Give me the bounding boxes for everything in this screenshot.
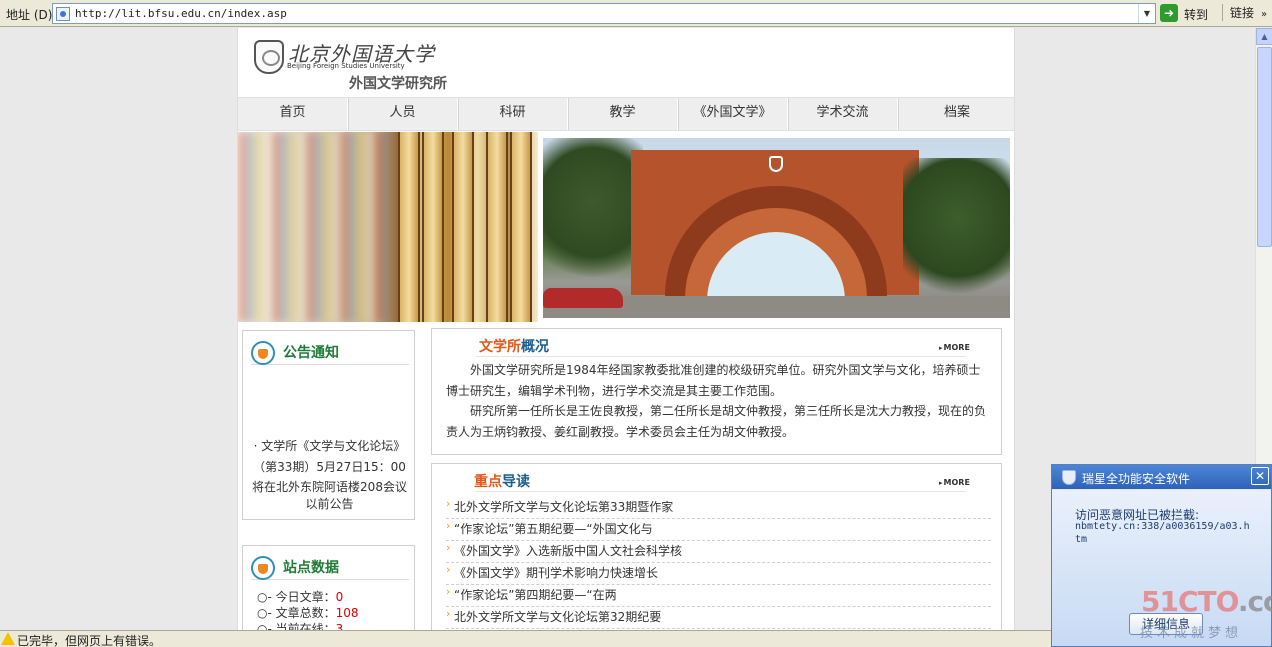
notice-item-date[interactable]: （第33期）5月27日15：00 [247, 457, 412, 478]
reading-more-link[interactable]: MORE [939, 478, 970, 487]
address-input[interactable]: http://lit.bfsu.edu.cn/index.asp ▼ [52, 3, 1156, 24]
reading-title: 重点导读 [474, 474, 530, 490]
nav-home[interactable]: 首页 [238, 98, 348, 130]
warning-icon[interactable] [1, 632, 15, 645]
nav-exchange[interactable]: 学术交流 [788, 98, 898, 130]
bell-icon [251, 341, 275, 365]
nav-teaching[interactable]: 教学 [568, 98, 678, 130]
list-item[interactable]: “作家论坛”第五期纪要—“外国文化与 [446, 516, 991, 541]
overview-more-link[interactable]: MORE [939, 343, 970, 352]
stats-title: 站点数据 [283, 560, 339, 576]
list-item[interactable]: 《外国文学》期刊学术影响力快速增长 [446, 560, 991, 585]
notice-header: 公告通知 [251, 339, 409, 365]
chevron-more-icon[interactable]: » [1261, 9, 1267, 20]
close-icon[interactable]: ✕ [1251, 467, 1269, 485]
address-bar: 地址 (D) http://lit.bfsu.edu.cn/index.asp … [0, 0, 1272, 27]
web-page: 北京外国语大学 Beijing Foreign Studies Universi… [237, 28, 1015, 630]
notice-panel: 公告通知 · 文学所《文学与文化论坛》 （第33期）5月27日15：00 将在北… [242, 330, 415, 520]
previous-notices-link[interactable]: 以前公告 [247, 496, 412, 513]
books-banner-image [238, 132, 538, 322]
list-item[interactable]: 北外文学所文学与文化论坛第32期纪要 [446, 604, 991, 629]
main-nav: 首页 人员 科研 教学 《外国文学》 学术交流 档案 [238, 97, 1014, 131]
institute-overview-panel: 文学所概况 MORE 外国文学研究所是1984年经国家教委批准创建的校级研究单位… [431, 328, 1002, 455]
institute-name: 外国文学研究所 [349, 76, 447, 92]
nav-journal[interactable]: 《外国文学》 [678, 98, 788, 130]
list-item[interactable]: 北外文学所文学与文化论坛第33期暨作家 [446, 494, 991, 519]
links-button[interactable]: 链接 [1222, 4, 1254, 21]
security-alert-popup: 瑞星全功能安全软件 ✕ 访问恶意网址已被拦截: nbmtety.cn:338/a… [1051, 464, 1272, 647]
watermark-logo: 51CTO.com [1141, 585, 1272, 618]
overview-paragraph-1: 外国文学研究所是1984年经国家教委批准创建的校级研究单位。研究外国文学与文化，… [446, 363, 981, 398]
university-name-en: Beijing Foreign Studies University [287, 62, 405, 70]
overview-paragraph-2: 研究所第一任所长是王佐良教授，第二任所长是胡文仲教授，第三任所长是沈大力教授，现… [446, 404, 987, 439]
scroll-thumb[interactable] [1257, 47, 1272, 247]
address-label: 地址 (D) [6, 8, 53, 22]
nav-research[interactable]: 科研 [458, 98, 568, 130]
nav-archive[interactable]: 档案 [898, 98, 1014, 130]
notice-title: 公告通知 [283, 345, 339, 361]
popup-title: 瑞星全功能安全软件 [1082, 472, 1191, 486]
arrow-right-icon: ➜ [1160, 4, 1178, 22]
list-item[interactable]: 《外国文学》入选新版中国人文社会科学核 [446, 538, 991, 563]
watermark-slogan: 技术成就梦想 [1140, 626, 1243, 641]
stat-total: ○- 文章总数：108 [257, 606, 359, 620]
site-stats-panel: 站点数据 ○- 今日文章：0 ○- 文章总数：108 ○- 当前在线：3 [242, 545, 415, 630]
nav-people[interactable]: 人员 [348, 98, 458, 130]
featured-reading-panel: 重点导读 MORE 北外文学所文学与文化论坛第33期暨作家 “作家论坛”第五期纪… [431, 463, 1002, 630]
go-button[interactable]: ➜ 转到 [1160, 4, 1218, 23]
notice-item[interactable]: · 文学所《文学与文化论坛》 [247, 436, 412, 457]
list-item[interactable]: “作家论坛”第四期纪要—“在两 [446, 582, 991, 607]
overview-title: 文学所概况 [479, 339, 549, 355]
stats-icon [251, 556, 275, 580]
site-header: 北京外国语大学 Beijing Foreign Studies Universi… [238, 28, 1014, 96]
campus-gate-image [543, 138, 1010, 318]
blocked-url: nbmtety.cn:338/a0036159/a03.htm [1075, 521, 1250, 545]
popup-header: 瑞星全功能安全软件 ✕ [1052, 465, 1271, 489]
chevron-down-icon[interactable]: ▼ [1138, 4, 1155, 23]
shield-icon [1062, 470, 1076, 485]
stats-header: 站点数据 [251, 554, 409, 580]
url-text[interactable]: http://lit.bfsu.edu.cn/index.asp [75, 7, 287, 20]
university-logo-icon[interactable] [254, 40, 284, 74]
stat-online: ○- 当前在线：3 [257, 622, 344, 630]
page-icon [56, 7, 70, 21]
scroll-up-icon[interactable]: ▲ [1256, 28, 1272, 45]
go-label: 转到 [1184, 8, 1209, 22]
stat-today: ○- 今日文章：0 [257, 590, 344, 604]
notice-item-venue[interactable]: 将在北外东院阿语楼208会议 [247, 479, 412, 496]
status-text: 已完毕，但网页上有错误。 [17, 634, 162, 647]
